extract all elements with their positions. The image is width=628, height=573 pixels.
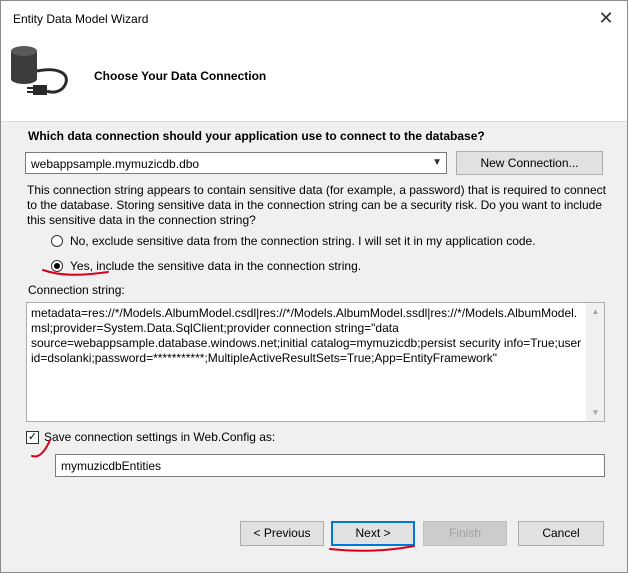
finish-button: Finish <box>423 521 507 546</box>
radio-exclude-sensitive[interactable]: No, exclude sensitive data from the conn… <box>51 234 571 250</box>
connection-string-label: Connection string: <box>28 283 125 297</box>
radio-label-yes: Yes, include the sensitive data in the c… <box>70 259 362 273</box>
save-settings-checkbox[interactable]: ✓ <box>26 431 39 444</box>
connection-dropdown-value: webappsample.mymuzicdb.dbo <box>31 157 200 171</box>
radio-button-no[interactable] <box>51 235 63 247</box>
sensitive-data-description: This connection string appears to contai… <box>27 183 606 227</box>
connection-string-value: metadata=res://*/Models.AlbumModel.csdl|… <box>31 306 582 365</box>
radio-button-yes[interactable] <box>51 260 63 272</box>
radio-include-sensitive[interactable]: Yes, include the sensitive data in the c… <box>51 259 371 275</box>
next-button[interactable]: Next > <box>331 521 415 546</box>
entity-name-input[interactable]: mymuzicdbEntities <box>55 454 605 477</box>
connection-question: Which data connection should your applic… <box>28 129 485 143</box>
chevron-down-icon[interactable]: ▼ <box>432 157 442 168</box>
new-connection-button[interactable]: New Connection... <box>456 151 603 175</box>
scroll-up-icon[interactable]: ▲ <box>587 303 604 320</box>
vertical-scrollbar[interactable]: ▲ ▼ <box>586 303 604 421</box>
radio-label-no: No, exclude sensitive data from the conn… <box>70 234 536 248</box>
wizard-header: Choose Your Data Connection <box>1 35 627 122</box>
database-plug-icon <box>11 46 68 95</box>
entity-name-value: mymuzicdbEntities <box>61 459 162 473</box>
scroll-down-icon[interactable]: ▼ <box>587 404 604 421</box>
window-title: Entity Data Model Wizard <box>13 12 149 26</box>
page-title: Choose Your Data Connection <box>94 69 267 83</box>
connection-string-textbox[interactable]: metadata=res://*/Models.AlbumModel.csdl|… <box>26 302 605 422</box>
title-bar: Entity Data Model Wizard ✕ <box>1 1 627 35</box>
cancel-button[interactable]: Cancel <box>518 521 604 546</box>
close-icon[interactable]: ✕ <box>595 7 617 29</box>
wizard-window: Entity Data Model Wizard ✕ Choose Your D… <box>0 0 628 573</box>
connection-dropdown[interactable]: webappsample.mymuzicdb.dbo ▼ <box>25 152 447 174</box>
previous-button[interactable]: < Previous <box>240 521 324 546</box>
save-settings-label: Save connection settings in Web.Config a… <box>44 430 276 444</box>
